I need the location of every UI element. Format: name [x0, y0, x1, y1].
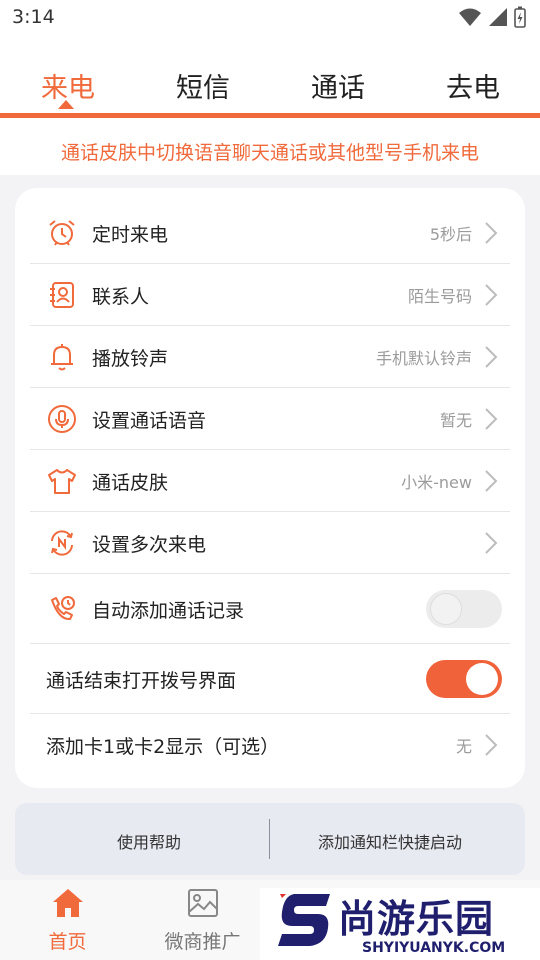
battery-icon [514, 6, 526, 28]
setting-label: 添加卡1或卡2显示（可选） [46, 735, 280, 758]
setting-value: 暂无 [439, 411, 472, 430]
setting-ringtone[interactable]: 播放铃声 手机默认铃声 [30, 326, 510, 388]
setting-timed-call[interactable]: 定时来电 5秒后 [30, 202, 510, 264]
chevron-right-icon [485, 346, 498, 368]
watermark-title: 尚游乐园 [338, 897, 495, 941]
setting-value: 5秒后 [429, 225, 472, 244]
watermark: 尚游乐园 SHYIYUANYK.COM [260, 888, 540, 960]
setting-value: 无 [455, 737, 472, 756]
chevron-right-icon [485, 532, 498, 554]
tab-call[interactable]: 通话 [278, 66, 398, 105]
setting-contact[interactable]: 联系人 陌生号码 [30, 264, 510, 326]
image-icon [187, 889, 218, 917]
settings-card: 定时来电 5秒后 联系人 陌生号码 播放铃声 手机默认铃声 设置通话语音 暂无 … [15, 188, 525, 788]
tab-indicator [58, 100, 74, 109]
setting-sim-display[interactable]: 添加卡1或卡2显示（可选） 无 [30, 714, 510, 776]
help-bar: 使用帮助 添加通知栏快捷启动 [15, 803, 525, 875]
setting-repeat-call[interactable]: 设置多次来电 [30, 512, 510, 574]
add-notification-shortcut-button[interactable]: 添加通知栏快捷启动 [270, 829, 510, 853]
setting-label: 自动添加通话记录 [92, 599, 245, 622]
toggle-knob [466, 663, 498, 695]
phone-clock-icon [46, 593, 78, 625]
auto-record-toggle[interactable] [426, 590, 502, 628]
wifi-icon [459, 8, 481, 26]
nav-promotion[interactable]: 微商推广 [135, 880, 270, 960]
setting-label: 通话皮肤 [92, 471, 169, 494]
status-icons [458, 6, 526, 28]
chevron-right-icon [485, 222, 498, 244]
chevron-right-icon [485, 470, 498, 492]
bell-icon [46, 341, 78, 373]
tab-bar: 来电 短信 通话 去电 [0, 60, 540, 110]
alarm-clock-icon [46, 217, 78, 249]
watermark-logo-icon [278, 894, 330, 946]
repeat-icon [46, 527, 78, 559]
setting-label: 定时来电 [92, 223, 169, 246]
watermark-url: SHYIYUANYK.COM [362, 940, 506, 956]
nav-home[interactable]: 首页 [0, 880, 135, 960]
open-dialer-toggle[interactable] [426, 660, 502, 698]
setting-value: 小米-new [401, 473, 472, 492]
setting-call-skin[interactable]: 通话皮肤 小米-new [30, 450, 510, 512]
setting-auto-record: 自动添加通话记录 [30, 574, 510, 644]
signal-icon [489, 8, 507, 26]
status-time: 3:14 [12, 6, 55, 28]
help-button[interactable]: 使用帮助 [29, 829, 269, 853]
nav-label: 首页 [48, 931, 87, 953]
contact-icon [46, 279, 78, 311]
home-icon [52, 889, 83, 917]
setting-label: 设置通话语音 [92, 409, 207, 432]
setting-label: 联系人 [92, 285, 150, 308]
chevron-right-icon [485, 408, 498, 430]
microphone-icon [46, 403, 78, 435]
skin-hint-text: 通话皮肤中切换语音聊天通话或其他型号手机来电 [60, 142, 479, 164]
nav-label: 微商推广 [164, 931, 241, 953]
setting-open-dialer: 通话结束打开拨号界面 [30, 644, 510, 714]
setting-value: 陌生号码 [407, 287, 472, 306]
setting-label: 设置多次来电 [92, 533, 207, 556]
chevron-right-icon [485, 734, 498, 756]
tshirt-icon [46, 465, 78, 497]
setting-value: 手机默认铃声 [375, 349, 472, 368]
setting-label: 通话结束打开拨号界面 [46, 669, 237, 692]
tab-underline [0, 113, 540, 118]
chevron-right-icon [485, 284, 498, 306]
tab-outgoing-call[interactable]: 去电 [413, 66, 533, 105]
setting-call-voice[interactable]: 设置通话语音 暂无 [30, 388, 510, 450]
status-bar: 3:14 [0, 0, 540, 36]
toggle-knob [430, 593, 462, 625]
tab-sms[interactable]: 短信 [143, 66, 263, 105]
setting-label: 播放铃声 [92, 347, 169, 370]
